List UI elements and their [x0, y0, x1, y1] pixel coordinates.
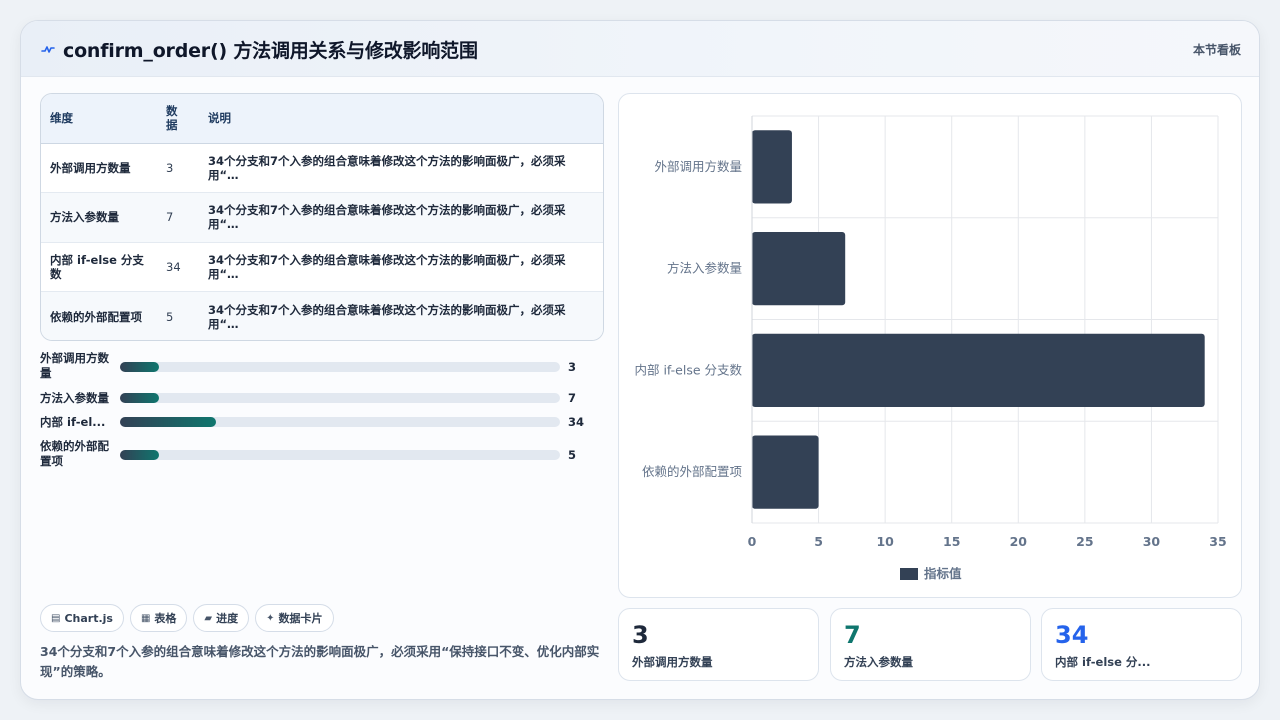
sparkle-icon: ✦: [266, 612, 275, 624]
chip-table[interactable]: ▦ 表格: [129, 604, 188, 632]
progress-value: 7: [568, 391, 577, 405]
y-tick-label: 外部调用方数量: [654, 159, 742, 174]
table-cell-description: 34个分支和7个入参的组合意味着修改这个方法的影响面极广，必须采用“…: [208, 302, 566, 331]
table-row: 方法入参数量 7 34个分支和7个入参的组合意味着修改这个方法的影响面极广，必须…: [41, 192, 603, 243]
footnote: 34个分支和7个入参的组合意味着修改这个方法的影响面极广，必须采用“保持接口不变…: [40, 644, 600, 679]
progress-track: [120, 417, 560, 427]
x-tick-label: 30: [1143, 534, 1161, 549]
data-table: 维度 数据 说明 外部调用方数量 3 34个分支和7个入参的组合意味着修改这个方…: [40, 93, 604, 341]
table-cell-dimension: 方法入参数量: [41, 192, 157, 243]
x-tick-label: 15: [943, 534, 960, 549]
progress-label: 方法入参数量: [40, 391, 109, 405]
progress-label: 外部调用方数量: [40, 351, 109, 380]
x-tick-label: 0: [748, 534, 757, 549]
table-cell-value: 3: [157, 143, 199, 193]
table-cell-description: 34个分支和7个入参的组合意味着修改这个方法的影响面极广，必须采用“…: [199, 192, 603, 243]
y-tick-label: 依赖的外部配置项: [642, 464, 742, 479]
progress-label: 依赖的外部配置项: [40, 439, 109, 468]
stat-value: 3: [632, 621, 649, 649]
legend-label: 指标值: [924, 566, 962, 581]
chart-icon: ▤: [51, 612, 61, 624]
stat-card: 34 内部 if-else 分...: [1041, 608, 1242, 681]
progress-fill: [120, 450, 159, 460]
legend-swatch: [900, 568, 918, 580]
bar: [752, 130, 792, 204]
chip-chartjs[interactable]: ▤ Chart.js: [40, 604, 124, 632]
bar: [752, 435, 819, 509]
table-header-row: 维度 数据 说明: [41, 94, 603, 143]
table-cell-value: 7: [157, 192, 199, 243]
x-tick-label: 35: [1209, 534, 1226, 549]
chip-data-card[interactable]: ✦ 数据卡片: [255, 604, 334, 632]
table-cell-description: 34个分支和7个入参的组合意味着修改这个方法的影响面极广，必须采用“…: [199, 143, 603, 193]
progress-value: 34: [568, 415, 585, 429]
bar: [752, 231, 846, 306]
x-tick-label: 5: [814, 534, 823, 549]
stat-value: 7: [844, 621, 861, 649]
bar-chart-card: 外部调用方数量方法入参数量内部 if-else 分支数依赖的外部配置项 0 5 10 1…: [618, 93, 1242, 598]
stat-label: 内部 if-else 分...: [1055, 655, 1151, 669]
progress-row: 内部 if-el... 34: [40, 414, 604, 436]
chip-progress[interactable]: ▰ 进度: [193, 604, 250, 632]
progress-fill: [120, 417, 216, 427]
stat-card: 7 方法入参数量: [830, 608, 1031, 681]
stat-value: 34: [1055, 621, 1089, 649]
feature-chips: ▤ Chart.js ▦ 表格 ▰ 进度 ✦ 数据卡片: [40, 604, 334, 632]
bar-chart: 外部调用方数量方法入参数量内部 if-else 分支数依赖的外部配置项 0 5 10 1…: [634, 115, 1227, 581]
table-cell-description: 34个分支和7个入参的组合意味着修改这个方法的影响面极广，必须采用“…: [199, 242, 603, 292]
progress-track: [120, 450, 560, 460]
progress-row: 依赖的外部配置项 5: [40, 438, 604, 468]
section-tag: 本节看板: [1192, 43, 1241, 57]
table-row: 内部 if-else 分支数 34 34个分支和7个入参的组合意味着修改这个方法…: [41, 242, 603, 292]
bar: [752, 333, 1205, 408]
column-header-description: 说明: [208, 111, 231, 126]
progress-value: 3: [568, 360, 577, 374]
progress-track: [120, 362, 560, 372]
pulse-icon: [41, 46, 55, 53]
y-tick-label: 方法入参数量: [667, 261, 742, 276]
table-row: 外部调用方数量 3 34个分支和7个入参的组合意味着修改这个方法的影响面极广，必…: [41, 143, 603, 193]
progress-row: 方法入参数量 7: [40, 390, 604, 412]
stat-label: 外部调用方数量: [632, 655, 713, 669]
progress-fill: [120, 393, 159, 403]
table-cell-value: 34: [157, 242, 199, 292]
dashboard-frame: confirm_order() 方法调用关系与修改影响范围 本节看板 维度 数据…: [20, 20, 1260, 700]
x-tick-label: 10: [876, 534, 894, 549]
column-header-value: 数据: [166, 104, 178, 133]
x-tick-label: 25: [1076, 534, 1093, 549]
y-tick-label: 内部 if-else 分支数: [634, 362, 742, 377]
progress-row: 外部调用方数量 3: [40, 351, 604, 380]
progress-label: 内部 if-el...: [40, 415, 106, 429]
progress-track: [120, 393, 560, 403]
column-header-dimension: 维度: [50, 111, 73, 126]
stat-card: 3 外部调用方数量: [618, 608, 819, 681]
table-cell-dimension: 依赖的外部配置项: [50, 309, 142, 324]
x-tick-label: 20: [1010, 534, 1028, 549]
table-cell-dimension: 内部 if-else 分支数: [41, 242, 157, 292]
table-row: 依赖的外部配置项 5 34个分支和7个入参的组合意味着修改这个方法的影响面极广，…: [41, 291, 603, 340]
progress-fill: [120, 362, 159, 372]
table-cell-value: 5: [166, 309, 174, 324]
stat-label: 方法入参数量: [844, 655, 913, 669]
progress-icon: ▰: [204, 612, 213, 624]
progress-value: 5: [568, 448, 577, 462]
page-title: confirm_order() 方法调用关系与修改影响范围: [63, 40, 478, 62]
table-cell-dimension: 外部调用方数量: [41, 143, 157, 193]
header: confirm_order() 方法调用关系与修改影响范围 本节看板: [21, 21, 1259, 77]
table-icon: ▦: [140, 612, 151, 624]
